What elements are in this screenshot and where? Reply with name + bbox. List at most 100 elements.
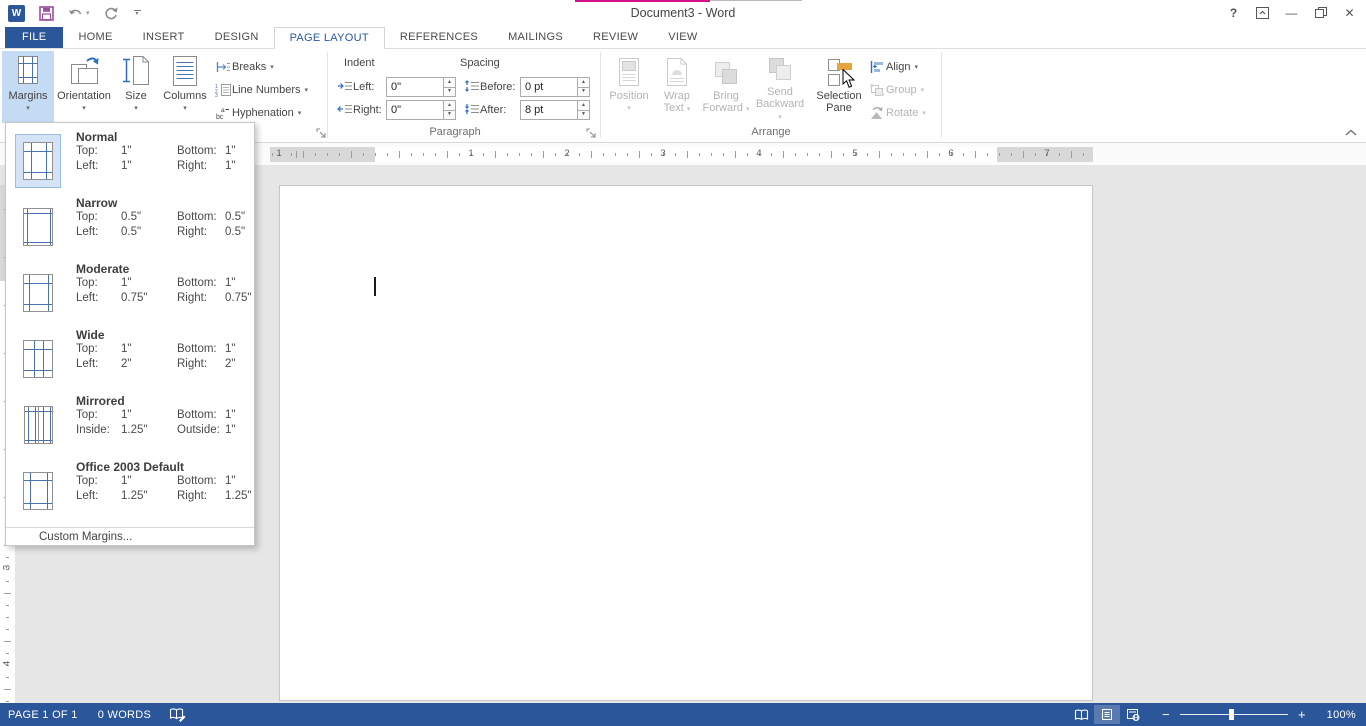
undo-dropdown-icon[interactable]: ▾ (86, 9, 90, 17)
ribbon-display-options-button[interactable] (1248, 2, 1277, 23)
indent-left-label: Left: (353, 81, 386, 93)
tab-mailings[interactable]: MAILINGS (493, 27, 578, 48)
margins-menu-item-wide[interactable]: Wide Top: 1" Bottom: 1" Left: 2" Right: … (6, 327, 254, 393)
indent-left-down-button[interactable]: ▼ (443, 87, 456, 98)
margins-preset-wide-icon (15, 332, 61, 386)
page-indicator[interactable]: PAGE 1 OF 1 (8, 709, 78, 721)
spacing-before-input[interactable] (520, 77, 578, 97)
ruler-number: 4 (2, 658, 13, 670)
margins-icon (15, 51, 41, 87)
help-button[interactable]: ? (1219, 2, 1248, 23)
print-layout-icon (1101, 708, 1113, 721)
hyphenation-button[interactable]: a bc Hyphenation ▾ (214, 103, 301, 123)
selection-pane-button[interactable]: Selection Pane (810, 51, 868, 123)
tab-insert[interactable]: INSERT (128, 27, 200, 48)
text-cursor (374, 277, 376, 296)
spacing-before-down-button[interactable]: ▼ (577, 87, 590, 98)
line-numbers-button[interactable]: 1 2 3 Line Numbers ▾ (214, 80, 308, 100)
chevron-down-icon: ▾ (627, 104, 631, 112)
paragraph-group-label: Paragraph (330, 126, 580, 140)
margins-menu-item-moderate[interactable]: Moderate Top: 1" Bottom: 1" Left: 0.75" … (6, 261, 254, 327)
chevron-down-icon: ▾ (270, 63, 274, 71)
group-separator (941, 52, 942, 138)
custom-margins-item[interactable]: Custom Margins... (6, 528, 254, 547)
horizontal-ruler[interactable]: 1 1 2 3 4 5 6 7 (270, 147, 1093, 162)
columns-button[interactable]: Columns ▾ (160, 51, 210, 123)
tab-review[interactable]: REVIEW (578, 27, 653, 48)
save-button[interactable] (39, 6, 54, 21)
spacing-header: Spacing (460, 57, 500, 69)
margins-menu-item-office-2003[interactable]: Office 2003 Default Top: 1" Bottom: 1" L… (6, 459, 254, 525)
svg-text:3: 3 (215, 93, 218, 97)
orientation-button[interactable]: Orientation ▾ (56, 51, 112, 123)
margins-menu: Normal Top: 1" Bottom: 1" Left: 1" Right… (5, 122, 255, 546)
chevron-down-icon: ▾ (914, 63, 918, 71)
proofing-status-button[interactable] (169, 707, 186, 722)
breaks-button[interactable]: Breaks ▾ (214, 57, 274, 77)
zoom-slider-thumb[interactable] (1229, 709, 1234, 720)
tab-file[interactable]: FILE (5, 27, 63, 48)
tab-view[interactable]: VIEW (653, 27, 712, 48)
undo-button[interactable]: ▾ (68, 7, 90, 20)
spacing-after-input[interactable] (520, 100, 578, 120)
print-layout-button[interactable] (1094, 705, 1120, 724)
zoom-slider[interactable] (1180, 714, 1288, 715)
window-title: Document3 - Word (300, 6, 1066, 20)
page-setup-dialog-launcher[interactable] (316, 126, 327, 137)
restore-button[interactable] (1306, 2, 1335, 23)
ruler-number: 3 (2, 562, 13, 574)
web-layout-button[interactable] (1120, 705, 1146, 724)
svg-text:a: a (221, 107, 225, 114)
read-mode-icon (1074, 709, 1089, 721)
spacing-after-down-button[interactable]: ▼ (577, 110, 590, 121)
send-backward-icon (766, 51, 794, 83)
repeat-button[interactable] (104, 6, 118, 20)
chevron-down-icon: ▾ (746, 106, 750, 113)
tab-references[interactable]: REFERENCES (385, 27, 493, 48)
bring-forward-button: Bring Forward ▾ (702, 51, 750, 123)
chevron-down-icon: ▾ (298, 109, 302, 117)
indent-right-down-button[interactable]: ▼ (443, 110, 456, 121)
zoom-out-button[interactable]: − (1158, 707, 1174, 722)
rotate-button: Rotate ▾ (868, 103, 926, 123)
word-app-icon[interactable]: W (8, 5, 25, 22)
minimize-button[interactable]: — (1277, 2, 1306, 23)
columns-icon (171, 51, 199, 87)
margins-menu-item-normal[interactable]: Normal Top: 1" Bottom: 1" Left: 1" Right… (6, 129, 254, 195)
collapse-ribbon-button[interactable] (1344, 127, 1358, 139)
spacing-after-field: ▲ ▼ (520, 100, 590, 120)
zoom-in-button[interactable]: + (1294, 707, 1310, 722)
web-layout-icon (1126, 708, 1140, 721)
ribbon-tab-row: FILE HOME INSERT DESIGN PAGE LAYOUT REFE… (0, 27, 1366, 49)
ruler-number: 3 (658, 148, 668, 159)
customize-qat-button[interactable]: ▾ (134, 10, 141, 16)
ruler-number: 4 (754, 148, 764, 159)
paragraph-dialog-launcher[interactable] (586, 126, 597, 137)
indent-left-input[interactable] (386, 77, 444, 97)
indent-right-input[interactable] (386, 100, 444, 120)
mouse-cursor (842, 69, 856, 94)
margins-menu-item-mirrored[interactable]: Mirrored Top: 1" Bottom: 1" Inside: 1.25… (6, 393, 254, 459)
word-window: W ▾ (0, 0, 1366, 726)
margins-button[interactable]: Margins ▾ (2, 51, 54, 123)
ruler-number: 2 (562, 148, 572, 159)
chevron-down-icon: ▾ (921, 86, 925, 94)
size-button[interactable]: Size ▾ (114, 51, 158, 123)
group-icon (868, 83, 886, 97)
document-page[interactable] (279, 185, 1093, 701)
tab-design[interactable]: DESIGN (200, 27, 274, 48)
orientation-icon (67, 51, 101, 87)
hyphenation-icon: a bc (214, 106, 232, 120)
send-backward-button: Send Backward ▾ (754, 51, 806, 123)
tab-page-layout[interactable]: PAGE LAYOUT (274, 27, 385, 49)
read-mode-button[interactable] (1068, 705, 1094, 724)
tab-home[interactable]: HOME (63, 27, 127, 48)
margins-menu-item-narrow[interactable]: Narrow Top: 0.5" Bottom: 0.5" Left: 0.5"… (6, 195, 254, 261)
close-button[interactable]: ✕ (1335, 2, 1364, 23)
word-count[interactable]: 0 WORDS (98, 709, 151, 721)
ruler-number: 1 (274, 148, 284, 159)
indent-left-icon (337, 80, 353, 95)
margins-preset-mirrored-icon (15, 398, 61, 452)
align-button[interactable]: Align ▾ (868, 57, 918, 77)
zoom-level[interactable]: 100% (1322, 709, 1356, 721)
